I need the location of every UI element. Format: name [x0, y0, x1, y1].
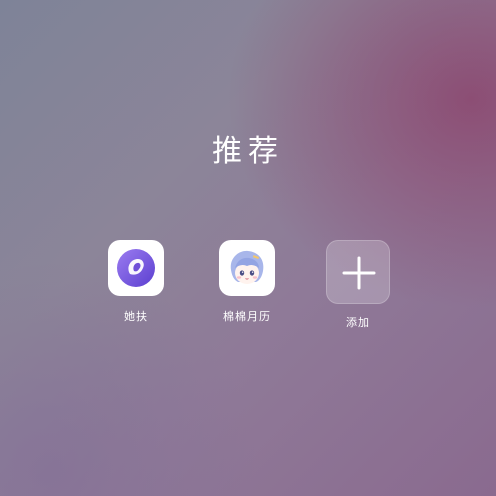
app-mianmian-calendar[interactable]: 棉棉月历 [207, 240, 287, 324]
app-mianmian-calendar-icon-tile[interactable] [219, 240, 275, 296]
app-mianmian-calendar-label: 棉棉月历 [223, 310, 271, 323]
recommended-apps: 她扶 棉棉月历 添加 [0, 240, 496, 340]
purple-bird-logo-icon [117, 249, 155, 287]
app-tafu-icon-tile[interactable] [108, 240, 164, 296]
page-title: 推荐 [212, 134, 284, 169]
add-app[interactable]: 添加 [318, 240, 398, 330]
app-tafu[interactable]: 她扶 [96, 240, 176, 324]
cartoon-girl-avatar-icon [230, 250, 264, 284]
app-tafu-label: 她扶 [124, 310, 148, 323]
plus-icon [342, 256, 376, 290]
add-app-label: 添加 [346, 316, 370, 329]
add-app-button[interactable] [326, 240, 390, 304]
